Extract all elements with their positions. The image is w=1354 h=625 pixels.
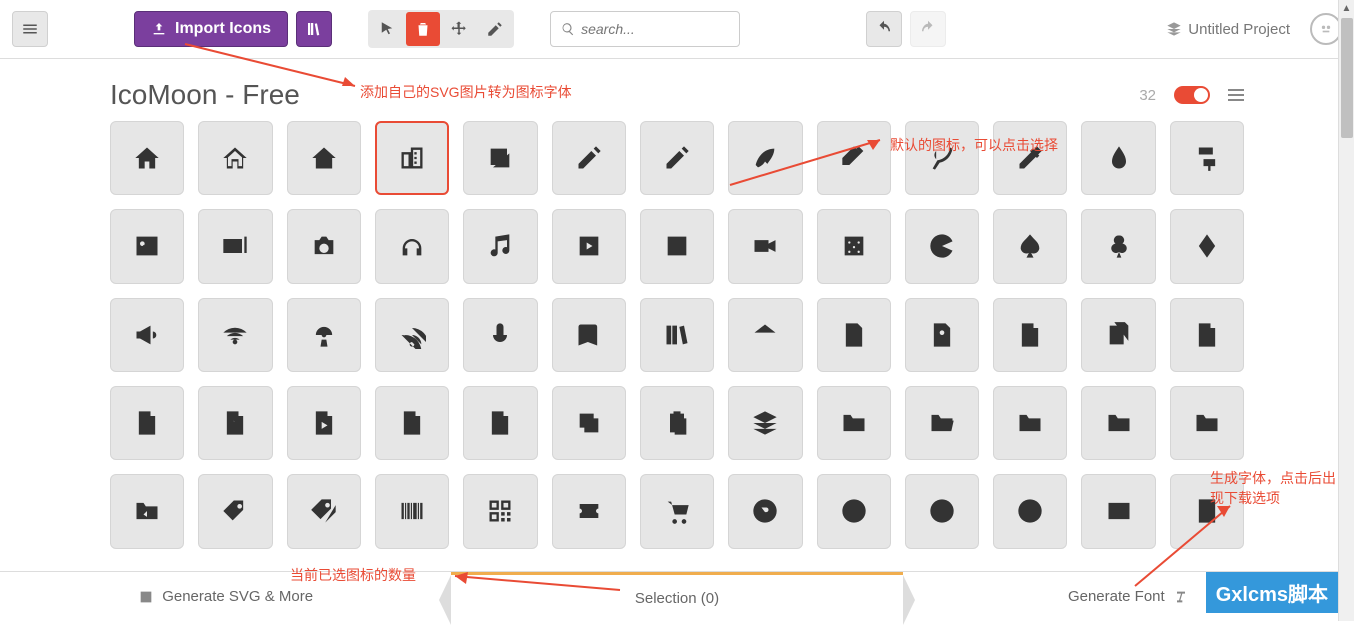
annotation-import: 添加自己的SVG图片转为图标字体	[360, 82, 572, 102]
scroll-up-icon[interactable]: ▲	[1339, 0, 1354, 16]
search-icon	[561, 21, 575, 37]
icon-folder-download[interactable]	[1170, 386, 1244, 460]
icon-music[interactable]	[463, 209, 537, 283]
move-tool[interactable]	[442, 12, 476, 46]
icon-home2[interactable]	[198, 121, 272, 195]
library-menu-icon[interactable]	[1228, 89, 1244, 101]
upload-icon	[151, 21, 167, 37]
icon-price-tag[interactable]	[198, 474, 272, 548]
icon-play[interactable]	[552, 209, 626, 283]
icon-library[interactable]	[728, 298, 802, 372]
icon-book[interactable]	[552, 298, 626, 372]
icon-podcast[interactable]	[287, 298, 361, 372]
icon-eyedropper[interactable]	[993, 121, 1067, 195]
icon-office[interactable]	[375, 121, 449, 195]
icon-file-picture[interactable]	[110, 386, 184, 460]
scrollbar[interactable]: ▲	[1338, 0, 1354, 621]
icon-paste[interactable]	[640, 386, 714, 460]
icon-books[interactable]	[640, 298, 714, 372]
project-label[interactable]: Untitled Project	[1166, 21, 1290, 38]
icon-folder-upload[interactable]	[110, 474, 184, 548]
icon-grid	[110, 121, 1244, 549]
icon-image[interactable]	[110, 209, 184, 283]
icon-mic[interactable]	[463, 298, 537, 372]
icon-pacman[interactable]	[905, 209, 979, 283]
icon-copy[interactable]	[552, 386, 626, 460]
icon-droplet[interactable]	[1081, 121, 1155, 195]
arrow-1	[175, 36, 365, 94]
library-count: 32	[1139, 87, 1156, 104]
annotation-default: 默认的图标，可以点击选择	[890, 135, 1058, 155]
icon-connection[interactable]	[198, 298, 272, 372]
arrow-2	[720, 130, 890, 195]
annotation-font: 生成字体，点击后出现下载选项	[1210, 468, 1340, 508]
icon-coin-euro[interactable]	[817, 474, 891, 548]
icon-file-empty[interactable]	[993, 298, 1067, 372]
scroll-thumb[interactable]	[1341, 18, 1353, 138]
icon-folder-plus[interactable]	[993, 386, 1067, 460]
icon-ticket[interactable]	[552, 474, 626, 548]
icon-profile[interactable]	[905, 298, 979, 372]
search-box[interactable]	[550, 11, 740, 47]
icon-file-text[interactable]	[817, 298, 891, 372]
icon-file-zip[interactable]	[463, 386, 537, 460]
icon-coin-pound[interactable]	[905, 474, 979, 548]
icon-clubs[interactable]	[1081, 209, 1155, 283]
arrow-3	[440, 568, 630, 596]
tool-group	[368, 10, 514, 48]
icon-files-empty[interactable]	[1081, 298, 1155, 372]
icon-folder-minus[interactable]	[1081, 386, 1155, 460]
icon-film[interactable]	[640, 209, 714, 283]
icon-file-video[interactable]	[375, 386, 449, 460]
image-icon	[138, 589, 154, 605]
menu-button[interactable]	[12, 11, 48, 47]
icon-dice[interactable]	[817, 209, 891, 283]
icon-camera[interactable]	[287, 209, 361, 283]
icon-stack[interactable]	[728, 386, 802, 460]
icon-barcode[interactable]	[375, 474, 449, 548]
icon-pencil2[interactable]	[640, 121, 714, 195]
layers-icon	[1166, 21, 1182, 37]
icon-images[interactable]	[198, 209, 272, 283]
icon-diamonds[interactable]	[1170, 209, 1244, 283]
icon-video-camera[interactable]	[728, 209, 802, 283]
icon-qrcode[interactable]	[463, 474, 537, 548]
icon-price-tags[interactable]	[287, 474, 361, 548]
icon-coin-dollar[interactable]	[728, 474, 802, 548]
icon-file-text2[interactable]	[1170, 298, 1244, 372]
icon-spades[interactable]	[993, 209, 1067, 283]
icon-file-play[interactable]	[287, 386, 361, 460]
search-input[interactable]	[581, 21, 729, 37]
icon-folder-open[interactable]	[905, 386, 979, 460]
watermark: Gxlcms脚本	[1206, 572, 1338, 613]
icon-feed[interactable]	[375, 298, 449, 372]
icon-folder[interactable]	[817, 386, 891, 460]
delete-tool[interactable]	[406, 12, 440, 46]
icon-paint-format[interactable]	[1170, 121, 1244, 195]
icon-newspaper[interactable]	[463, 121, 537, 195]
icon-file-music[interactable]	[198, 386, 272, 460]
content: IcoMoon - Free 32	[0, 59, 1354, 560]
library-toggle[interactable]	[1174, 86, 1210, 104]
edit-tool[interactable]	[478, 12, 512, 46]
icon-coin-yen[interactable]	[993, 474, 1067, 548]
annotation-count: 当前已选图标的数量	[290, 565, 416, 585]
icon-home3[interactable]	[287, 121, 361, 195]
icon-blog[interactable]	[905, 121, 979, 195]
icon-pencil[interactable]	[552, 121, 626, 195]
icon-home[interactable]	[110, 121, 184, 195]
undo-button[interactable]	[866, 11, 902, 47]
redo-button[interactable]	[910, 11, 946, 47]
icon-headphones[interactable]	[375, 209, 449, 283]
select-tool[interactable]	[370, 12, 404, 46]
icon-bullhorn[interactable]	[110, 298, 184, 372]
icon-cart[interactable]	[640, 474, 714, 548]
